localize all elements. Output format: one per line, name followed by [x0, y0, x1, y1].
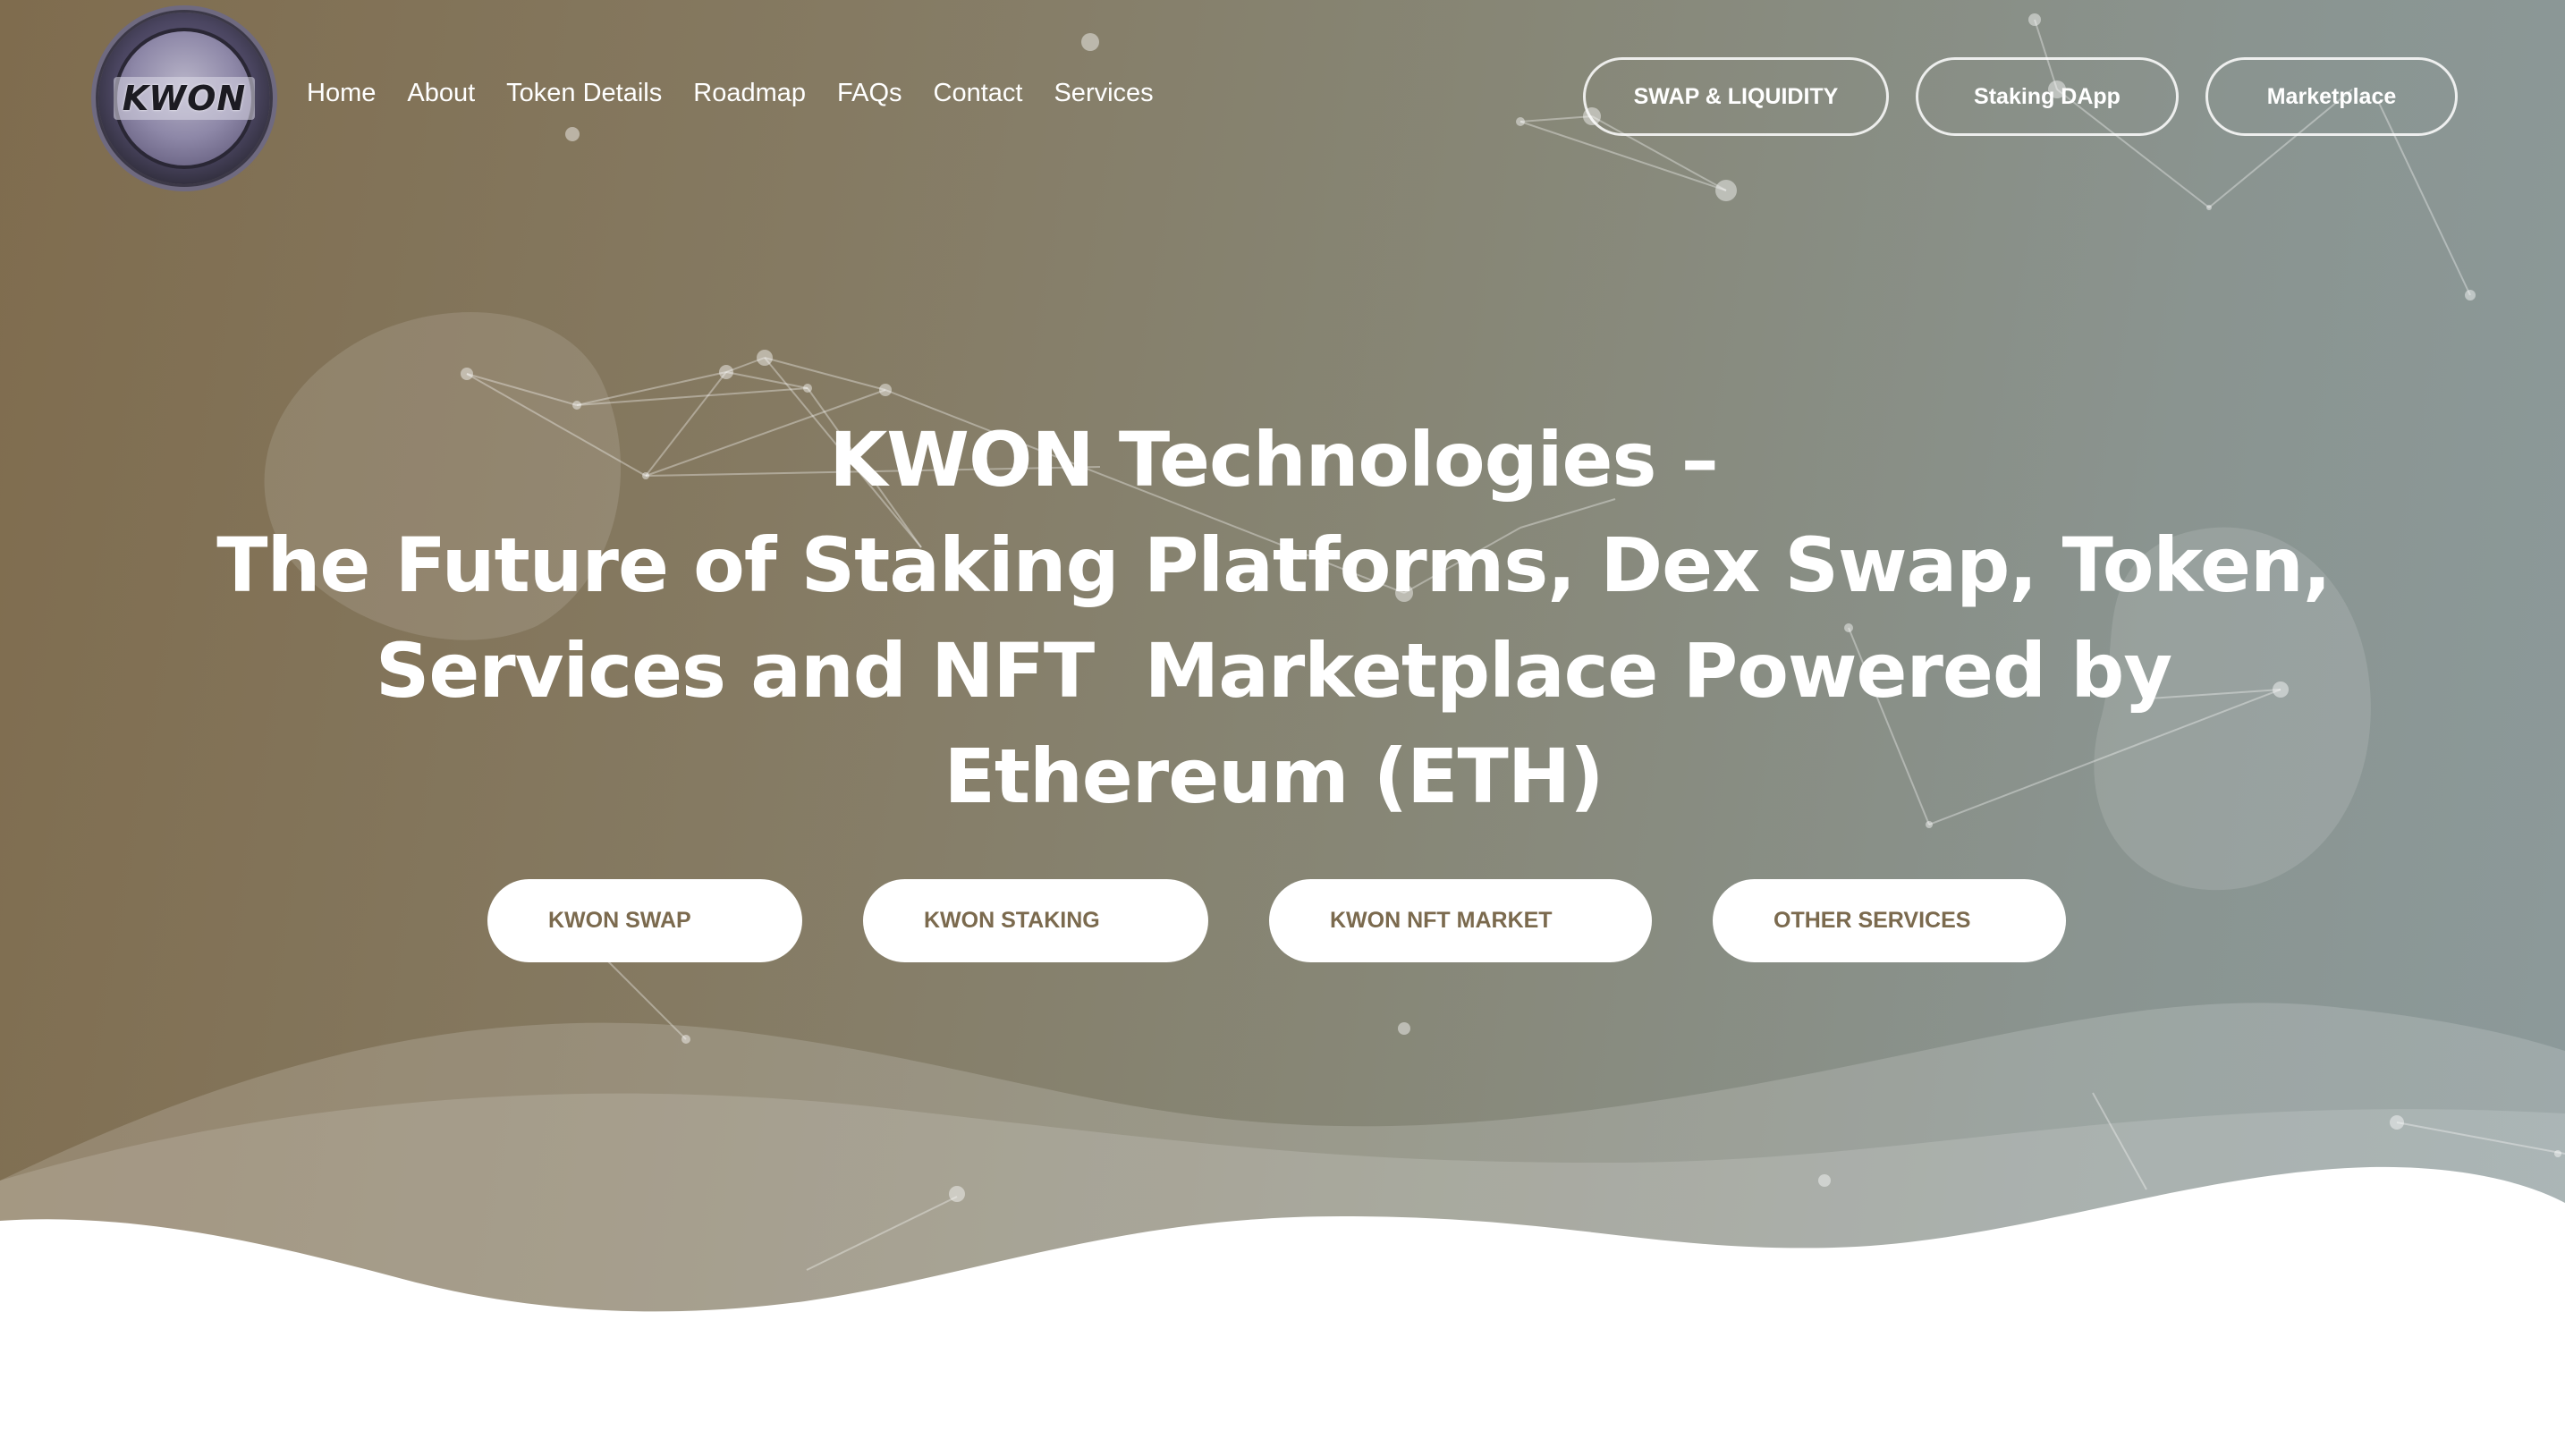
logo-text: KWON [113, 77, 256, 120]
nav-item-faqs[interactable]: FAQs [837, 79, 902, 108]
hero-title-line-2: The Future of Staking Platforms, Dex Swa… [216, 521, 2331, 609]
hero-section: KWON Home About Token Details Roadmap FA… [0, 0, 2565, 1456]
kwon-logo[interactable]: KWON [98, 13, 270, 184]
kwon-swap-button[interactable]: KWON SWAP [487, 879, 802, 962]
logo-emblem: KWON [113, 28, 256, 169]
nav-item-home[interactable]: Home [307, 79, 376, 108]
nav-item-about[interactable]: About [407, 79, 475, 108]
swap-liquidity-button[interactable]: SWAP & LIQUIDITY [1583, 57, 1889, 136]
hero-title-line-1: KWON Technologies – [829, 416, 1719, 504]
hero-title-line-3: Services and NFT Marketplace Powered by [375, 627, 2172, 715]
nav-item-roadmap[interactable]: Roadmap [693, 79, 806, 108]
hero-title: KWON Technologies – The Future of Stakin… [215, 407, 2332, 829]
other-services-button[interactable]: OTHER SERVICES [1713, 879, 2066, 962]
hero-title-line-4: Ethereum (ETH) [944, 732, 1604, 820]
kwon-nft-market-button[interactable]: KWON NFT MARKET [1269, 879, 1652, 962]
nav-item-token-details[interactable]: Token Details [506, 79, 662, 108]
kwon-staking-button[interactable]: KWON STAKING [863, 879, 1208, 962]
staking-dapp-button[interactable]: Staking DApp [1916, 57, 2179, 136]
cta-buttons: KWON SWAP KWON STAKING KWON NFT MARKET O… [487, 879, 2066, 962]
marketplace-button[interactable]: Marketplace [2205, 57, 2458, 136]
main-nav: Home About Token Details Roadmap FAQs Co… [307, 79, 1185, 108]
nav-item-services[interactable]: Services [1054, 79, 1153, 108]
nav-item-contact[interactable]: Contact [934, 79, 1023, 108]
header-buttons: SWAP & LIQUIDITY Staking DApp Marketplac… [1583, 57, 2458, 136]
